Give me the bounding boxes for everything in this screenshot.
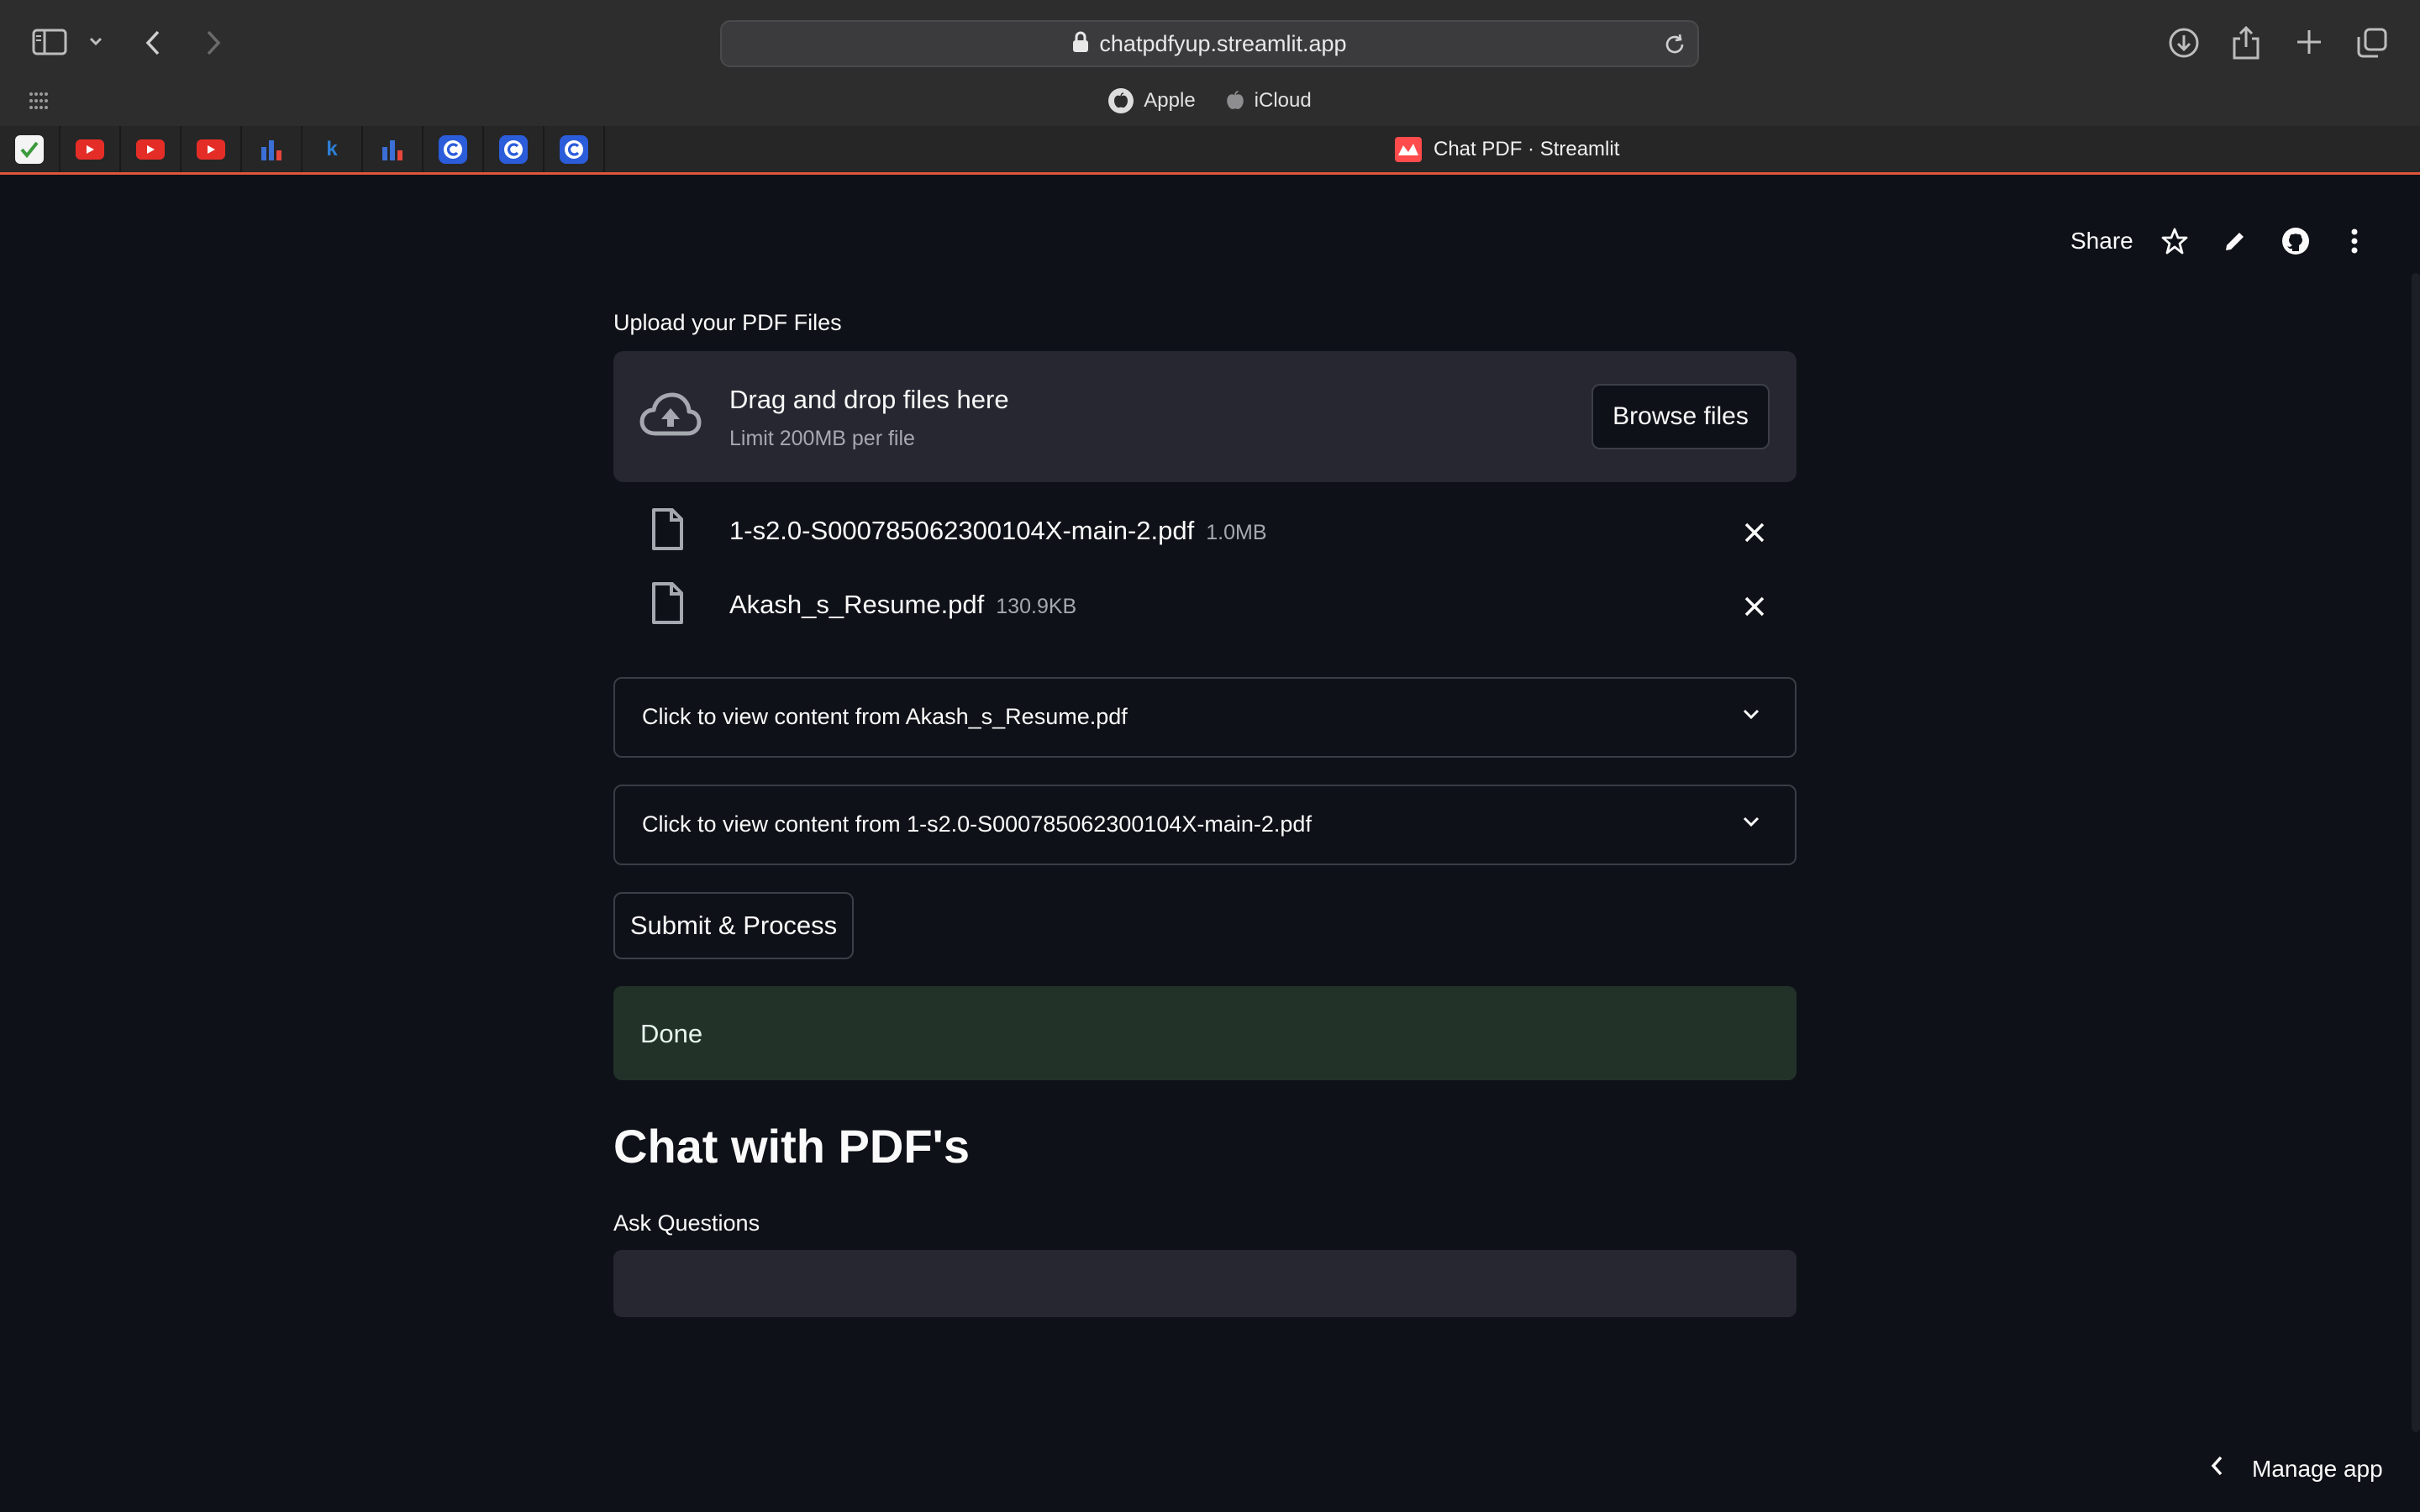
remove-file-icon[interactable] — [1738, 516, 1771, 549]
apple-icon — [1108, 88, 1134, 113]
pinned-tab[interactable] — [363, 126, 424, 172]
app-header: Share — [0, 177, 2420, 295]
upload-label: Upload your PDF Files — [613, 310, 842, 335]
c-icon — [439, 134, 467, 164]
tab-title: Chat PDF · Streamlit — [1434, 137, 1620, 160]
reload-icon[interactable] — [1662, 32, 1687, 61]
download-icon[interactable] — [2168, 27, 2200, 59]
bar-chart-icon — [378, 135, 407, 164]
streamlit-logo-icon — [1395, 136, 1422, 162]
status-message: Done — [640, 1019, 703, 1048]
success-alert: Done — [613, 986, 1797, 1080]
c-icon — [560, 134, 588, 164]
file-icon — [650, 581, 684, 629]
file-size: 130.9KB — [996, 595, 1077, 618]
page-title: Chat with PDF's — [613, 1120, 970, 1173]
browse-files-button[interactable]: Browse files — [1591, 384, 1770, 449]
pinned-tab[interactable] — [242, 126, 302, 172]
lock-icon — [1072, 31, 1089, 57]
new-tab-icon[interactable] — [2294, 27, 2324, 57]
page-scrollbar[interactable] — [2412, 273, 2420, 1432]
expander-resume-content[interactable]: Click to view content from Akash_s_Resum… — [613, 677, 1797, 758]
favorite-icloud[interactable]: iCloud — [1226, 89, 1312, 113]
pinned-tab[interactable]: k — [302, 126, 363, 172]
dropzone-limit: Limit 200MB per file — [729, 427, 915, 450]
url-text: chatpdfyup.streamlit.app — [1099, 30, 1347, 56]
browser-chrome: chatpdfyup.streamlit.app Apple iCloud k … — [0, 0, 2420, 175]
file-icon — [650, 507, 684, 555]
chevron-left-icon — [2210, 1455, 2223, 1483]
address-bar[interactable]: chatpdfyup.streamlit.app — [720, 20, 1699, 67]
favorite-label: iCloud — [1254, 89, 1312, 112]
youtube-icon — [136, 139, 165, 160]
c-icon — [499, 134, 528, 164]
tab-overview-icon[interactable] — [2356, 27, 2388, 59]
pinned-tab[interactable] — [182, 126, 242, 172]
cloud-upload-icon — [639, 390, 702, 448]
expander-paper-content[interactable]: Click to view content from 1-s2.0-S00078… — [613, 785, 1797, 865]
file-size: 1.0MB — [1206, 521, 1267, 544]
sidebar-toggle-icon[interactable] — [32, 29, 67, 55]
manage-app-label: Manage app — [2252, 1455, 2383, 1482]
file-name: Akash_s_Resume.pdf 130.9KB — [729, 590, 1076, 620]
file-name: 1-s2.0-S000785062300104X-main-2.pdf 1.0MB — [729, 516, 1267, 546]
favorite-apple[interactable]: Apple — [1108, 88, 1196, 113]
share-button[interactable]: Share — [2070, 228, 2133, 255]
pinned-tab[interactable] — [484, 126, 544, 172]
ask-questions-input[interactable] — [613, 1250, 1797, 1317]
tab-chat-pdf[interactable]: Chat PDF · Streamlit — [1395, 126, 1619, 172]
pinned-tab[interactable] — [60, 126, 121, 172]
expander-label: Click to view content from 1-s2.0-S00078… — [642, 811, 1312, 837]
chevron-down-icon — [1741, 707, 1761, 725]
more-menu-icon[interactable] — [2338, 224, 2371, 258]
favorite-label: Apple — [1144, 89, 1196, 112]
apple-icon — [1226, 90, 1244, 112]
pinned-tab[interactable] — [121, 126, 182, 172]
k-icon: k — [318, 135, 346, 164]
submit-process-button[interactable]: Submit & Process — [613, 892, 854, 959]
expander-label: Click to view content from Akash_s_Resum… — [642, 704, 1128, 729]
uploaded-file-row: 1-s2.0-S000785062300104X-main-2.pdf 1.0MB — [613, 501, 1797, 559]
bar-chart-icon — [257, 135, 286, 164]
browser-toolbar: chatpdfyup.streamlit.app — [0, 0, 2420, 87]
edit-icon[interactable] — [2218, 224, 2252, 258]
pinned-tab[interactable] — [0, 126, 60, 172]
youtube-icon — [76, 139, 104, 160]
chevron-down-icon[interactable] — [87, 35, 104, 47]
pinned-tab[interactable] — [544, 126, 605, 172]
manage-app-button[interactable]: Manage app — [2210, 1455, 2383, 1483]
star-icon[interactable] — [2158, 224, 2191, 258]
file-name-text: Akash_s_Resume.pdf — [729, 590, 985, 619]
file-dropzone[interactable]: Drag and drop files here Limit 200MB per… — [613, 351, 1797, 482]
checkmark-icon — [15, 134, 44, 164]
ask-questions-label: Ask Questions — [613, 1210, 760, 1236]
dropzone-title: Drag and drop files here — [729, 385, 1009, 414]
favorites-bar: Apple iCloud — [0, 84, 2420, 118]
pinned-tabs: k — [0, 126, 605, 172]
tab-bar: k Chat PDF · Streamlit — [0, 126, 2420, 175]
github-icon[interactable] — [2279, 224, 2312, 258]
file-name-text: 1-s2.0-S000785062300104X-main-2.pdf — [729, 516, 1195, 545]
pinned-tab-letter: k — [326, 137, 338, 160]
remove-file-icon[interactable] — [1738, 590, 1771, 623]
chevron-down-icon — [1741, 815, 1761, 832]
forward-icon[interactable] — [203, 29, 224, 57]
back-icon[interactable] — [143, 29, 163, 57]
pinned-tab[interactable] — [424, 126, 484, 172]
youtube-icon — [197, 139, 225, 160]
uploaded-file-row: Akash_s_Resume.pdf 130.9KB — [613, 575, 1797, 633]
share-page-icon[interactable] — [2232, 25, 2260, 60]
